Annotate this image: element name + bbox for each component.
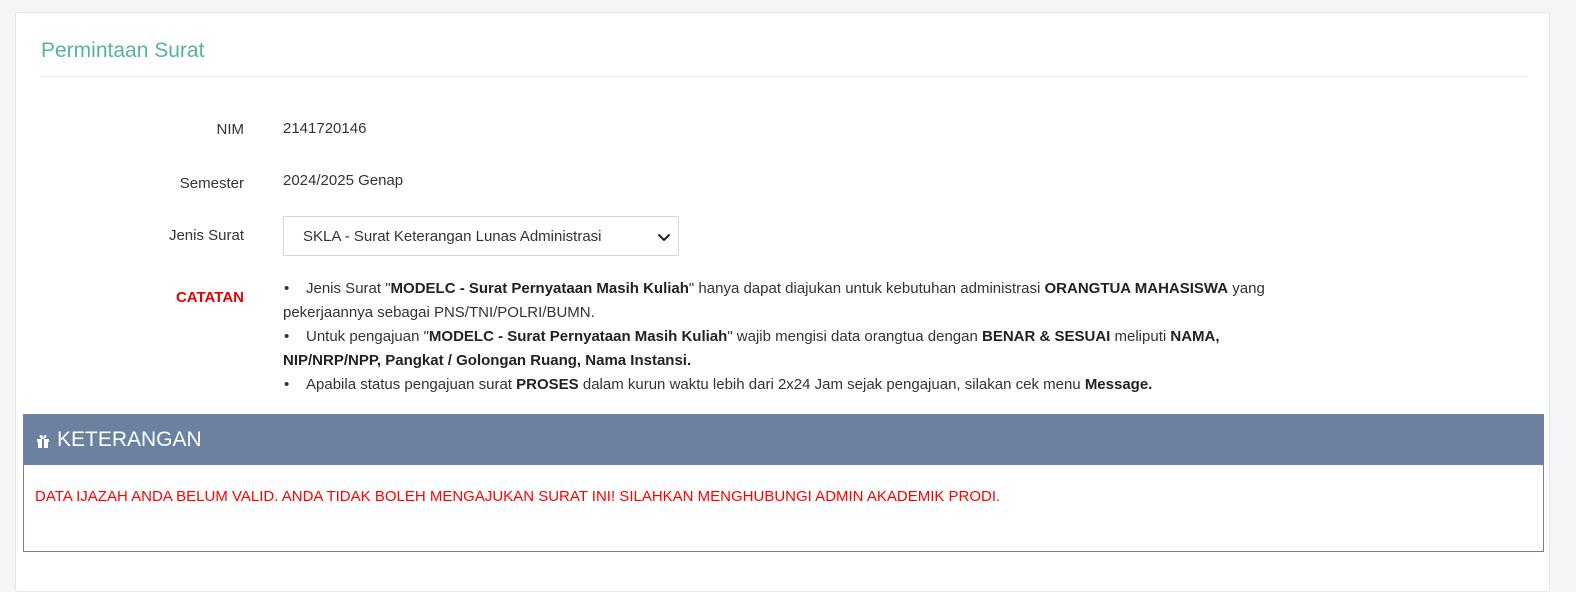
request-letter-card: Permintaan Surat NIM 2141720146 Semester… xyxy=(15,12,1550,592)
note-bold: BENAR & SESUAI xyxy=(981,328,1111,345)
note-bold: Message. xyxy=(1084,376,1153,393)
note-bold: ORANGTUA MAHASISWA xyxy=(1044,280,1229,297)
note-item: • Apabila status pengajuan surat PROSES d… xyxy=(283,373,1293,397)
note-bold: MODELC - Surat Pernyataan Masih Kuliah xyxy=(390,280,689,297)
notes-list: • Jenis Surat "MODELC - Surat Pernyataan … xyxy=(283,277,1293,397)
title-divider xyxy=(41,76,1526,77)
note-text: Jenis Surat " xyxy=(306,280,391,297)
notes-label: CATATAN xyxy=(175,289,244,306)
page-title: Permintaan Surat xyxy=(41,39,205,62)
note-text: " hanya dapat diajukan untuk kebutuhan a… xyxy=(688,280,1045,297)
note-bold: PROSES xyxy=(516,376,579,393)
note-text: Apabila status pengajuan surat xyxy=(306,376,517,393)
note-text: " wajib mengisi data orangtua dengan xyxy=(727,328,982,345)
nim-value: 2141720146 xyxy=(283,120,367,137)
letter-type-select[interactable]: SKLA - Surat Keterangan Lunas Administra… xyxy=(283,216,679,256)
chevron-down-icon xyxy=(658,234,670,241)
note-text: meliputi xyxy=(1110,328,1171,345)
note-bold: MODELC - Surat Pernyataan Masih Kuliah xyxy=(428,328,728,345)
error-message: DATA IJAZAH ANDA BELUM VALID. ANDA TIDAK… xyxy=(35,488,1001,505)
note-text: Untuk pengajuan " xyxy=(306,328,429,345)
bullet: • xyxy=(284,376,290,393)
letter-type-label: Jenis Surat xyxy=(168,227,244,244)
nim-label: NIM xyxy=(216,121,245,138)
info-panel-header: KETERANGAN xyxy=(24,415,1543,465)
info-panel: KETERANGAN DATA IJAZAH ANDA BELUM VALID.… xyxy=(23,414,1544,552)
bullet: • xyxy=(284,280,290,297)
gift-icon xyxy=(37,435,49,448)
semester-value: 2024/2025 Genap xyxy=(283,172,404,189)
bullet: • xyxy=(284,328,290,345)
semester-label: Semester xyxy=(179,175,244,192)
letter-type-selected-value: SKLA - Surat Keterangan Lunas Administra… xyxy=(303,227,602,245)
info-panel-title: KETERANGAN xyxy=(57,428,202,451)
note-item: • Jenis Surat "MODELC - Surat Pernyataan … xyxy=(283,277,1293,325)
note-text: dalam kurun waktu lebih dari 2x24 Jam se… xyxy=(578,376,1085,393)
note-item: • Untuk pengajuan "MODELC - Surat Pernyat… xyxy=(283,325,1293,373)
